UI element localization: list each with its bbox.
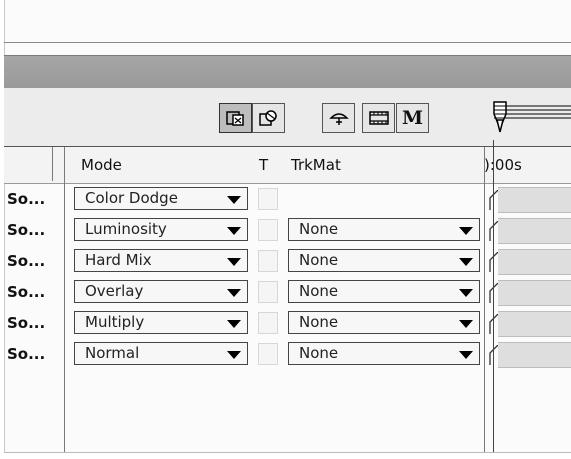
time-ruler-label: ):00s: [484, 156, 522, 174]
preserve-transparency-checkbox[interactable]: [258, 343, 278, 365]
layer-name[interactable]: So...: [7, 314, 45, 332]
chevron-down-icon: [227, 258, 241, 266]
film-strip-icon: [368, 111, 389, 125]
mode-dropdown-value: Hard Mix: [85, 251, 152, 269]
chevron-down-icon: [227, 351, 241, 359]
layer-duration-bar[interactable]: [498, 218, 571, 244]
draft-3d-icon: [328, 113, 349, 125]
trkmat-dropdown[interactable]: None: [288, 311, 480, 334]
layer-duration-bar[interactable]: [498, 311, 571, 337]
trkmat-dropdown[interactable]: None: [288, 218, 480, 241]
trkmat-column-header[interactable]: TrkMat: [291, 156, 341, 174]
chevron-down-icon: [227, 196, 241, 204]
column-header-row: Mode T TrkMat ):00s: [4, 146, 571, 184]
layer-name[interactable]: So...: [7, 283, 45, 301]
chevron-down-icon: [227, 289, 241, 297]
mode-column-header[interactable]: Mode: [81, 156, 122, 174]
playhead-line[interactable]: [493, 140, 494, 452]
trkmat-dropdown-value: None: [299, 251, 339, 269]
motion-blur-button[interactable]: M: [396, 103, 429, 133]
layer-name[interactable]: So...: [7, 190, 45, 208]
trkmat-dropdown[interactable]: None: [288, 280, 480, 303]
frame-blend-button[interactable]: [252, 103, 285, 133]
divider: [4, 452, 571, 453]
mode-dropdown[interactable]: Hard Mix: [74, 249, 248, 272]
trkmat-dropdown-value: None: [299, 220, 339, 238]
layer-row[interactable]: So... Normal None: [4, 339, 571, 370]
draft-3d-button[interactable]: [322, 103, 355, 133]
preserve-transparency-checkbox[interactable]: [258, 219, 278, 241]
divider: [4, 42, 571, 43]
current-time-indicator-icon[interactable]: [486, 100, 571, 148]
layer-name[interactable]: So...: [7, 345, 45, 363]
trkmat-dropdown-value: None: [299, 313, 339, 331]
chevron-down-icon: [227, 320, 241, 328]
preserve-transparency-checkbox[interactable]: [258, 281, 278, 303]
trkmat-dropdown-value: None: [299, 282, 339, 300]
layer-duration-bar[interactable]: [498, 187, 571, 213]
layer-row[interactable]: So... Color Dodge: [4, 184, 571, 215]
chevron-down-icon: [459, 320, 473, 328]
mode-dropdown[interactable]: Normal: [74, 342, 248, 365]
mode-dropdown-value: Normal: [85, 344, 140, 362]
chevron-down-icon: [459, 289, 473, 297]
trkmat-dropdown[interactable]: None: [288, 342, 480, 365]
trkmat-dropdown-value: None: [299, 344, 339, 362]
mode-dropdown[interactable]: Multiply: [74, 311, 248, 334]
layer-row[interactable]: So... Luminosity None: [4, 215, 571, 246]
column-divider[interactable]: [52, 147, 53, 181]
film-strip-button[interactable]: [362, 103, 395, 133]
chevron-down-icon: [459, 258, 473, 266]
preserve-transparency-checkbox[interactable]: [258, 188, 278, 210]
chevron-down-icon: [227, 227, 241, 235]
panel-title-bar[interactable]: [4, 55, 571, 89]
layer-name[interactable]: So...: [7, 221, 45, 239]
mode-dropdown-value: Overlay: [85, 282, 144, 300]
composition-toggle-icon: [225, 111, 244, 126]
chevron-down-icon: [459, 227, 473, 235]
mode-dropdown-value: Color Dodge: [85, 189, 178, 207]
mode-dropdown[interactable]: Color Dodge: [74, 187, 248, 210]
layer-row[interactable]: So... Multiply None: [4, 308, 571, 339]
composition-toggle-button[interactable]: [219, 103, 252, 133]
mode-dropdown-value: Multiply: [85, 313, 145, 331]
frame-blend-icon: [258, 110, 277, 126]
mode-dropdown-value: Luminosity: [85, 220, 167, 238]
trkmat-dropdown[interactable]: None: [288, 249, 480, 272]
motion-blur-icon: M: [401, 107, 424, 129]
layer-duration-bar[interactable]: [498, 342, 571, 368]
layer-duration-bar[interactable]: [498, 249, 571, 275]
mode-dropdown[interactable]: Overlay: [74, 280, 248, 303]
layer-row[interactable]: So... Hard Mix None: [4, 246, 571, 277]
t-column-header[interactable]: T: [259, 156, 268, 174]
layer-duration-bar[interactable]: [498, 280, 571, 306]
mode-dropdown[interactable]: Luminosity: [74, 218, 248, 241]
chevron-down-icon: [459, 351, 473, 359]
layer-name[interactable]: So...: [7, 252, 45, 270]
preserve-transparency-checkbox[interactable]: [258, 312, 278, 334]
layer-row[interactable]: So... Overlay None: [4, 277, 571, 308]
preserve-transparency-checkbox[interactable]: [258, 250, 278, 272]
